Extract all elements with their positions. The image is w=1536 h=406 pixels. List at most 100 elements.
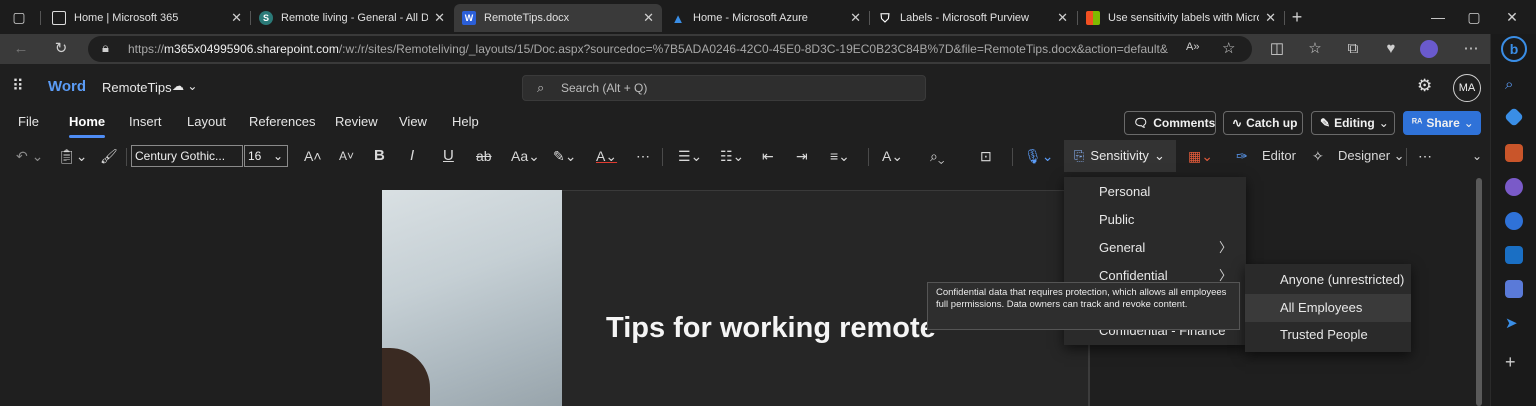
format-painter-icon[interactable]: 🖌︎ xyxy=(100,146,118,166)
ribbon-expand-icon[interactable]: ⌄ xyxy=(1472,146,1482,166)
decrease-indent-icon[interactable]: ⇤ xyxy=(762,146,774,166)
tab-help[interactable]: Help xyxy=(452,114,479,129)
minimize-icon[interactable]: — xyxy=(1425,4,1451,30)
tab-layout[interactable]: Layout xyxy=(187,114,226,129)
document-name[interactable]: RemoteTips xyxy=(102,80,172,95)
url-field[interactable]: 🔒︎ https://m365x04995906.sharepoint.com/… xyxy=(88,36,1252,62)
refresh-icon[interactable]: ↻ xyxy=(50,38,72,60)
tab-home[interactable]: Home xyxy=(69,114,106,138)
view-icon[interactable]: ⊡ xyxy=(980,146,992,166)
increase-indent-icon[interactable]: ⇥ xyxy=(796,146,808,166)
tab-sensitivity-docs[interactable]: Use sensitivity labels with Micros ✕ xyxy=(1078,4,1284,32)
vertical-scrollbar[interactable] xyxy=(1476,178,1482,406)
back-icon[interactable]: ← xyxy=(10,38,32,60)
sensitivity-button[interactable]: ⎘ Sensitivity ⌄ xyxy=(1064,140,1176,172)
tab-file[interactable]: File xyxy=(18,114,39,129)
games-icon[interactable] xyxy=(1505,178,1523,196)
read-aloud-icon[interactable]: A» xyxy=(1186,41,1199,53)
add-sidebar-app-icon[interactable]: + xyxy=(1505,352,1523,372)
editor-button[interactable]: Editor xyxy=(1262,146,1296,166)
dictate-microphone-icon[interactable]: 🎙︎⌄ xyxy=(1024,146,1054,166)
shrink-font-icon[interactable]: A˅ xyxy=(339,146,354,166)
bullets-icon[interactable]: ☰⌄ xyxy=(678,146,702,166)
close-icon[interactable]: ✕ xyxy=(1057,10,1068,26)
share-button[interactable]: ᴿᴬ Share ⌄ xyxy=(1403,111,1481,135)
avatar[interactable]: MA xyxy=(1453,74,1481,102)
numbering-icon[interactable]: ☷⌄ xyxy=(720,146,744,166)
send-icon[interactable]: ➤ xyxy=(1505,314,1523,332)
find-icon[interactable]: ⌕⌄ xyxy=(930,146,944,166)
tab-insert[interactable]: Insert xyxy=(129,114,162,129)
more-font-options-icon[interactable]: ⋯ xyxy=(636,146,650,166)
designer-sidebar-icon[interactable] xyxy=(1505,280,1523,298)
sensitivity-item-personal[interactable]: Personal xyxy=(1064,178,1246,206)
tab-view[interactable]: View xyxy=(399,114,427,129)
app-launcher-icon[interactable]: ⠿ xyxy=(12,76,24,96)
outlook-icon[interactable] xyxy=(1505,246,1523,264)
favorite-star-icon[interactable]: ☆ xyxy=(1222,39,1235,57)
underline-icon[interactable]: U xyxy=(443,146,454,166)
extensions-icon[interactable]: ♥ xyxy=(1380,38,1402,60)
close-icon[interactable]: ✕ xyxy=(850,10,861,26)
catch-up-button[interactable]: ∿ Catch up xyxy=(1223,111,1303,135)
sensitivity-item-general[interactable]: General 〉 xyxy=(1064,234,1246,262)
ribbon-separator xyxy=(1406,148,1407,166)
paste-icon[interactable]: 📋︎⌄ xyxy=(58,146,88,166)
tab-remotetips[interactable]: W RemoteTips.docx ✕ xyxy=(454,4,662,32)
font-name-select[interactable]: Century Gothic... xyxy=(131,145,243,167)
designer-wand-icon[interactable]: ✧ xyxy=(1312,146,1324,166)
collections-icon[interactable]: ⧉ xyxy=(1342,38,1364,60)
sublabel-anyone[interactable]: Anyone (unrestricted) xyxy=(1245,266,1411,294)
chevron-down-icon: ⌄ xyxy=(1463,116,1474,130)
document-title[interactable]: Tips for working remote xyxy=(606,312,936,345)
comments-button[interactable]: 🗨︎ Comments xyxy=(1124,111,1216,135)
change-case-icon[interactable]: Aa⌄ xyxy=(511,146,540,166)
favorites-icon[interactable]: ☆ xyxy=(1304,38,1326,60)
microsoft365-icon[interactable] xyxy=(1505,212,1523,230)
close-icon[interactable]: ✕ xyxy=(643,10,654,26)
close-window-icon[interactable]: ✕ xyxy=(1499,4,1525,30)
editor-pen-icon[interactable]: ✑ xyxy=(1236,146,1248,166)
tab-remote-living[interactable]: S Remote living - General - All Doc ✕ xyxy=(251,4,453,32)
bing-copilot-icon[interactable]: b xyxy=(1501,36,1527,62)
tab-azure[interactable]: ▲ Home - Microsoft Azure ✕ xyxy=(663,4,869,32)
search-input[interactable]: ⌕ Search (Alt + Q) xyxy=(522,75,926,101)
search-icon[interactable]: ⌕ xyxy=(1505,76,1523,94)
undo-icon[interactable]: ↶ ⌄ xyxy=(16,146,43,166)
settings-gear-icon[interactable]: ⚙ xyxy=(1417,76,1432,96)
tab-home-m365[interactable]: Home | Microsoft 365 ✕ xyxy=(44,4,250,32)
highlight-icon[interactable]: ✎⌄ xyxy=(553,146,576,166)
styles-icon[interactable]: A⌄ xyxy=(882,146,903,166)
bold-icon[interactable]: B xyxy=(374,146,385,166)
split-screen-icon[interactable]: ◫ xyxy=(1266,38,1288,60)
close-icon[interactable]: ✕ xyxy=(231,10,242,26)
new-tab-icon[interactable]: + xyxy=(1284,4,1310,30)
shopping-tag-icon[interactable] xyxy=(1504,107,1524,127)
editing-label: Editing xyxy=(1334,116,1375,130)
sensitivity-item-public[interactable]: Public xyxy=(1064,206,1246,234)
close-icon[interactable]: ✕ xyxy=(1265,10,1276,26)
saved-cloud-icon[interactable]: ☁ ⌄ xyxy=(172,79,197,93)
font-color-icon[interactable]: A⌄ xyxy=(596,146,617,166)
grow-font-icon[interactable]: A˄ xyxy=(304,146,322,166)
font-size-select[interactable]: 16 ⌄ xyxy=(244,145,288,167)
workspaces-icon[interactable]: ▢ xyxy=(6,4,32,30)
addins-grid-icon[interactable]: ▦⌄ xyxy=(1188,146,1213,166)
more-ribbon-options-icon[interactable]: ⋯ xyxy=(1418,146,1432,166)
tab-purview[interactable]: ⛉ Labels - Microsoft Purview ✕ xyxy=(870,4,1076,32)
tools-briefcase-icon[interactable] xyxy=(1505,144,1523,162)
tab-references[interactable]: References xyxy=(249,114,315,129)
maximize-icon[interactable]: ▢ xyxy=(1461,4,1487,30)
editing-mode-button[interactable]: ✎ Editing ⌄ xyxy=(1311,111,1395,135)
sublabel-all-employees[interactable]: All Employees xyxy=(1245,294,1411,322)
italic-icon[interactable]: I xyxy=(410,146,414,166)
sublabel-trusted-people[interactable]: Trusted People xyxy=(1245,321,1411,349)
profile-icon[interactable] xyxy=(1420,40,1438,58)
designer-button[interactable]: Designer ⌄ xyxy=(1338,146,1405,166)
strikethrough-icon[interactable]: ab xyxy=(476,146,492,166)
tab-review[interactable]: Review xyxy=(335,114,378,129)
align-icon[interactable]: ≡⌄ xyxy=(830,146,850,166)
app-name[interactable]: Word xyxy=(48,78,86,95)
close-icon[interactable]: ✕ xyxy=(434,10,445,26)
more-options-icon[interactable]: ⋯ xyxy=(1460,38,1482,60)
